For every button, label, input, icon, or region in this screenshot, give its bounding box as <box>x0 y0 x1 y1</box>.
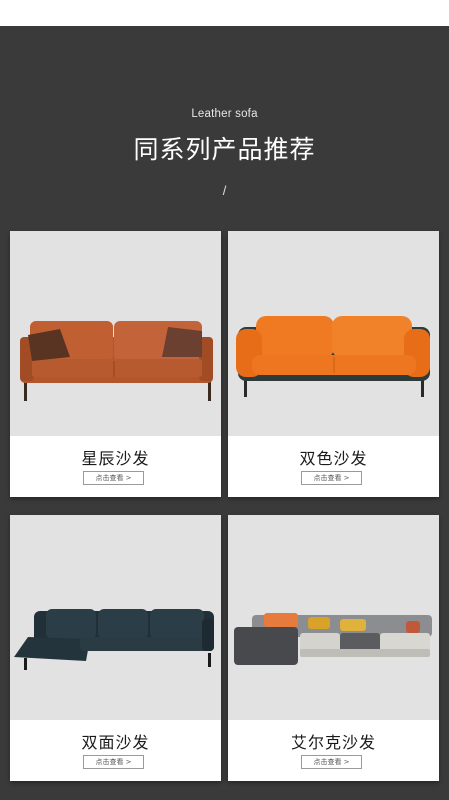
section-subtitle: Leather sofa <box>191 108 258 120</box>
product-name: 艾尔克沙发 <box>290 733 376 752</box>
view-details-button[interactable]: 点击查看 > <box>83 755 144 769</box>
title-separator: / <box>222 183 227 198</box>
product-card-4[interactable]: 艾尔克沙发 点击查看 > <box>228 515 439 781</box>
product-card-1[interactable]: 星辰沙发 点击查看 > <box>10 231 221 497</box>
product-image-orange-two-tone-sofa[interactable] <box>228 231 439 436</box>
product-name: 星辰沙发 <box>81 449 150 468</box>
section-title: 同系列产品推荐 <box>133 135 316 164</box>
product-card-2[interactable]: 双色沙发 点击查看 > <box>228 231 439 497</box>
product-image-orange-leather-sofa[interactable] <box>10 231 221 436</box>
product-image-grey-modular-sectional-sofa[interactable] <box>228 515 439 720</box>
view-details-button[interactable]: 点击查看 > <box>301 755 362 769</box>
view-details-button[interactable]: 点击查看 > <box>301 471 362 485</box>
product-image-dark-teal-sectional-sofa[interactable] <box>10 515 221 720</box>
view-details-button[interactable]: 点击查看 > <box>83 471 144 485</box>
top-white-strip <box>0 0 449 26</box>
product-name: 双面沙发 <box>81 733 150 752</box>
product-card-3[interactable]: 双面沙发 点击查看 > <box>10 515 221 781</box>
product-name: 双色沙发 <box>299 449 368 468</box>
